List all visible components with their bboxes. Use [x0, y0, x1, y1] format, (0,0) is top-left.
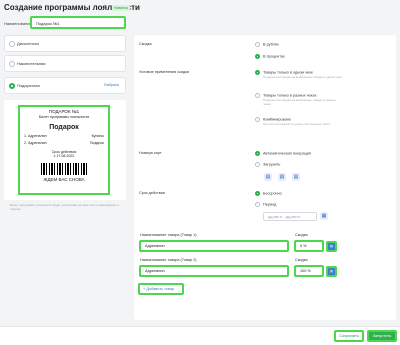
cards-label: Номера карт [139, 151, 162, 155]
product-discount-label: Скидка [295, 233, 308, 237]
option-label: В рублях [263, 42, 279, 47]
option-label: Товары только в одном чеке [263, 70, 313, 75]
type-option-label: Подарочная [17, 83, 40, 88]
type-option-cumulative[interactable]: Накопительная [4, 55, 126, 72]
program-name-label: Наименование [4, 21, 32, 26]
condition-option-desc: При использовании в одном или в разных ч… [263, 122, 331, 126]
radio-icon[interactable] [255, 42, 260, 47]
ticket-item-row: 1. Адреналин Купоны [20, 134, 108, 138]
type-option-label: Дисконтная [17, 41, 39, 46]
radio-icon[interactable] [255, 93, 260, 98]
radio-selected-icon[interactable] [255, 151, 260, 156]
discount-option-rub[interactable]: В рублях [255, 42, 279, 47]
period-option-range[interactable]: Период [255, 202, 276, 207]
cards-option-auto[interactable]: Автоматическая генерация [255, 151, 311, 156]
product-name-label: Наименование товара (Товар 2) [140, 258, 197, 262]
product-discount-input[interactable]: 0 % [294, 240, 324, 252]
product-name-label: Наименование товара (Товар 1) [140, 233, 197, 237]
type-option-gift[interactable]: Подарочная Выбрана [4, 77, 126, 94]
cards-option-upload[interactable]: Загрузить [255, 162, 280, 167]
condition-option-desc: Подарок или скидка на выбранные товары в… [263, 75, 342, 79]
new-badge: Новинка [112, 5, 130, 11]
type-option-discount[interactable]: Дисконтная [4, 35, 126, 52]
delete-product-icon[interactable]: ✕ [326, 266, 337, 277]
product-discount-label: Скидка [295, 258, 308, 262]
radio-selected-icon[interactable] [9, 83, 15, 89]
product-name-input[interactable]: Адреналин [139, 265, 289, 277]
ticket-preview: ПОДАРОК №1 Билет программы лояльности По… [18, 105, 110, 195]
ticket-line2: Билет программы лояльности [38, 115, 90, 119]
ticket-footer-text: ЖДЕМ ВАС СНОВА [43, 177, 85, 182]
selected-link[interactable]: Выбрана [104, 83, 119, 87]
upload-file-icon[interactable]: ▤ [264, 173, 272, 181]
option-label: Комбинировано [263, 117, 291, 122]
ticket-item-type: Купоны [91, 134, 104, 138]
period-option-unlimited[interactable]: Бессрочно [255, 191, 282, 196]
discount-option-percent[interactable]: В процентах [255, 54, 285, 59]
product-name-input[interactable]: Адреналин [139, 240, 289, 252]
condition-label: Условие применения скидки [139, 70, 189, 74]
program-name-input[interactable]: Подарок №1 [30, 16, 126, 29]
radio-icon[interactable] [255, 202, 260, 207]
condition-option-desc: Подарок или скидка на выбранные товары в… [263, 98, 336, 106]
ticket-line1: ПОДАРОК №1 [48, 109, 80, 114]
ticket-valid-date: с 17.08.2022 [53, 154, 75, 158]
product-discount-input[interactable]: 100 % [294, 265, 324, 277]
calendar-icon[interactable]: ▦ [320, 212, 328, 220]
ticket-item-name: 1. Адреналин [24, 134, 47, 138]
radio-icon[interactable] [9, 61, 15, 67]
ticket-preview-box: ПОДАРОК №1 Билет программы лояльности По… [4, 100, 126, 200]
ticket-item-row: 2. Адреналин Подарок [20, 141, 108, 145]
option-label: Товары только в разных чеках [263, 93, 317, 98]
radio-selected-icon[interactable] [255, 191, 260, 196]
type-option-label: Накопительная [17, 61, 46, 66]
ticket-item-name: 2. Адреналин [24, 141, 47, 145]
add-product-button[interactable]: + Добавить товар [138, 283, 184, 295]
option-label: Загрузить [263, 162, 281, 167]
run-button[interactable]: Запустить [367, 330, 397, 342]
option-label: Бессрочно [263, 191, 282, 196]
ticket-item-type: Подарок [89, 141, 104, 145]
option-label: В процентах [263, 54, 285, 59]
radio-icon[interactable] [255, 117, 260, 122]
delete-file-icon[interactable]: ▤ [292, 173, 300, 181]
discount-label: Скидка [139, 42, 152, 46]
radio-icon[interactable] [255, 162, 260, 167]
ticket-title: Подарок [49, 124, 79, 131]
period-range-input[interactable]: дд.мм.гг - дд.мм.гг [263, 212, 317, 221]
delete-product-icon[interactable]: ✕ [326, 241, 337, 252]
download-file-icon[interactable]: ▤ [278, 173, 286, 181]
radio-selected-icon[interactable] [255, 70, 260, 75]
period-label: Срок действия [139, 191, 165, 195]
option-label: Автоматическая генерация [263, 151, 311, 156]
barcode-icon [41, 163, 87, 175]
radio-icon[interactable] [9, 41, 15, 47]
save-button[interactable]: Сохранить [334, 330, 364, 342]
ticket-hint: Билет программы лояльности будет распеча… [10, 203, 119, 211]
radio-selected-icon[interactable] [255, 54, 260, 59]
option-label: Период [263, 202, 277, 207]
